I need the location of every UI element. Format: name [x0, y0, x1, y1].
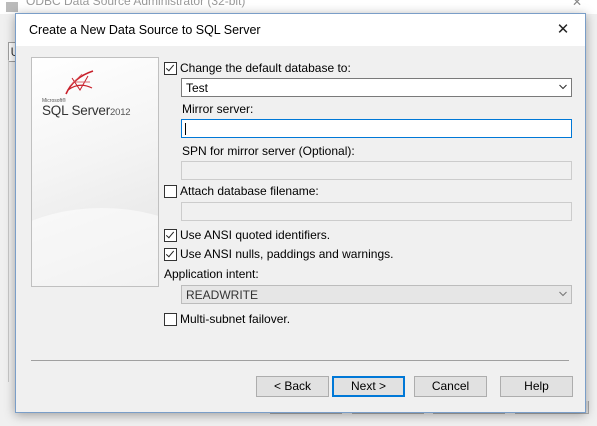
attach-db-checkbox[interactable]	[164, 184, 177, 198]
odbc-icon	[6, 2, 18, 12]
ansi-quoted-checkbox[interactable]	[164, 228, 177, 242]
multi-subnet-checkbox[interactable]	[164, 312, 177, 326]
spn-input[interactable]	[181, 161, 572, 180]
multi-subnet-label: Multi-subnet failover.	[180, 312, 291, 326]
dialog-titlebar: Create a New Data Source to SQL Server ✕	[16, 14, 585, 46]
chevron-down-icon	[559, 291, 567, 297]
database-combo[interactable]: Test	[181, 78, 572, 97]
chevron-down-icon	[559, 84, 567, 90]
next-button[interactable]: Next >	[332, 376, 405, 397]
background-titlebar: ODBC Data Source Administrator (32-bit) …	[0, 0, 597, 14]
attach-db-label: Attach database filename:	[180, 184, 319, 198]
branding-panel: Microsoft® SQL Server2012	[31, 57, 159, 287]
ansi-quoted-row[interactable]: Use ANSI quoted identifiers.	[164, 228, 330, 242]
create-data-source-dialog: Create a New Data Source to SQL Server ✕…	[15, 13, 586, 413]
text-caret	[185, 123, 186, 135]
logo-year: 2012	[110, 107, 131, 118]
app-intent-value: READWRITE	[186, 288, 258, 302]
back-button[interactable]: < Back	[256, 376, 329, 397]
ansi-nulls-label: Use ANSI nulls, paddings and warnings.	[180, 247, 394, 261]
attach-db-input[interactable]	[181, 202, 572, 221]
help-button[interactable]: Help	[500, 376, 573, 397]
background-panel-edge	[8, 60, 9, 382]
change-default-db-checkbox[interactable]	[164, 61, 177, 75]
app-intent-label: Application intent:	[164, 267, 259, 281]
sql-server-logo-icon	[65, 70, 94, 95]
dialog-title: Create a New Data Source to SQL Server	[29, 23, 261, 37]
close-button[interactable]: ✕	[541, 14, 585, 46]
logo-product-name: SQL Server2012	[42, 103, 131, 118]
logo-main-text: SQL Server	[42, 103, 111, 118]
mirror-server-label: Mirror server:	[182, 102, 254, 116]
background-title: ODBC Data Source Administrator (32-bit)	[26, 0, 246, 8]
panel-swoosh	[32, 208, 158, 286]
app-intent-combo[interactable]: READWRITE	[181, 285, 572, 304]
ansi-nulls-row[interactable]: Use ANSI nulls, paddings and warnings.	[164, 247, 393, 261]
ansi-nulls-checkbox[interactable]	[164, 247, 177, 261]
change-default-db-label: Change the default database to:	[180, 61, 351, 75]
cancel-button[interactable]: Cancel	[414, 376, 487, 397]
multi-subnet-row[interactable]: Multi-subnet failover.	[164, 312, 290, 326]
database-value: Test	[186, 81, 209, 95]
spn-label: SPN for mirror server (Optional):	[182, 144, 355, 158]
separator	[31, 360, 569, 361]
ansi-quoted-label: Use ANSI quoted identifiers.	[180, 228, 331, 242]
background-close-icon[interactable]: ✕	[572, 0, 582, 9]
change-default-db-row[interactable]: Change the default database to:	[164, 61, 351, 75]
mirror-server-input[interactable]	[181, 119, 572, 138]
attach-db-row[interactable]: Attach database filename:	[164, 184, 319, 198]
